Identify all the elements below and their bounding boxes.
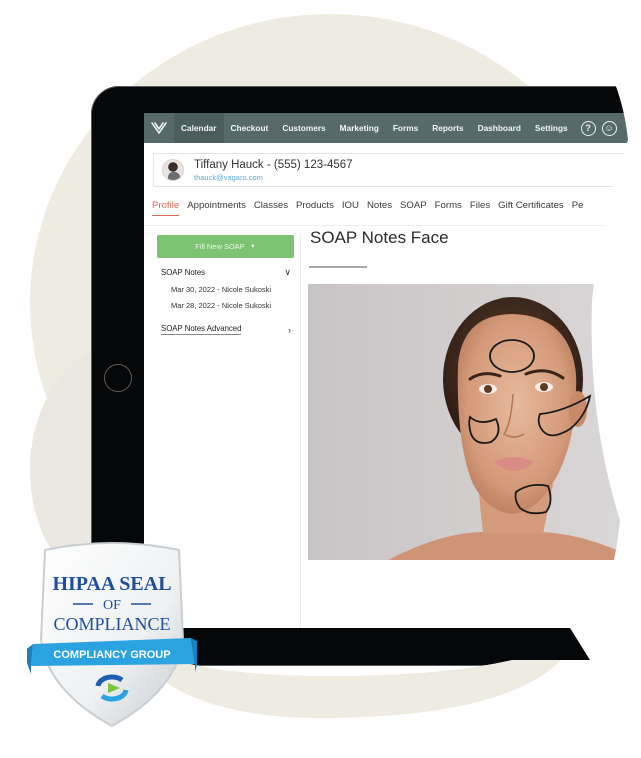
caret-down-icon: ▼ <box>249 243 256 250</box>
tablet-screen: Calendar Checkout Customers Marketing Fo… <box>144 113 641 640</box>
seal-line3: COMPLIANCE <box>53 614 170 634</box>
client-name-phone: Tiffany Hauck - (555) 123-4567 <box>194 158 353 171</box>
client-info: Tiffany Hauck - (555) 123-4567 thauck@va… <box>194 159 353 182</box>
chevron-down-icon: ∨ <box>284 267 291 277</box>
vagaro-logo-icon[interactable] <box>144 113 174 143</box>
client-tabs: Profile Appointments Classes Products IO… <box>152 200 591 216</box>
client-email-link[interactable]: thauck@vagaro.com <box>194 173 353 182</box>
profile-icon[interactable]: ☺ <box>601 120 617 136</box>
nav-checkout[interactable]: Checkout <box>224 113 276 143</box>
page-title: SOAP Notes Face <box>310 228 449 247</box>
seal-line2: OF <box>103 598 121 613</box>
help-icon[interactable]: ? <box>580 120 596 136</box>
tab-notes[interactable]: Notes <box>367 200 392 216</box>
tab-soap[interactable]: SOAP <box>400 200 427 216</box>
nav-dashboard[interactable]: Dashboard <box>471 113 528 143</box>
face-illustration <box>388 297 638 560</box>
tablet-home-button <box>104 364 132 392</box>
nav-marketing[interactable]: Marketing <box>333 113 386 143</box>
soap-notes-advanced-toggle[interactable]: SOAP Notes Advanced › <box>157 324 294 335</box>
sidebar-divider <box>300 235 301 635</box>
tab-products[interactable]: Products <box>296 200 334 216</box>
tab-appointments[interactable]: Appointments <box>187 200 246 216</box>
tabs-divider <box>144 225 641 226</box>
client-avatar[interactable] <box>162 159 184 181</box>
tab-classes[interactable]: Classes <box>254 200 288 216</box>
tab-files[interactable]: Files <box>470 200 490 216</box>
shoulders-shape <box>388 531 638 560</box>
nav-settings[interactable]: Settings <box>528 113 575 143</box>
tab-truncated[interactable]: Pe <box>572 200 584 216</box>
soap-notes-section-toggle[interactable]: SOAP Notes ∨ <box>157 267 294 278</box>
client-header-card: Tiffany Hauck - (555) 123-4567 thauck@va… <box>153 153 641 187</box>
hipaa-seal-badge: HIPAA SEAL OF COMPLIANCE COMPLIANCY GROU… <box>27 542 197 728</box>
nav-reports[interactable]: Reports <box>425 113 470 143</box>
soap-note-entry[interactable]: Mar 28, 2022 - Nicole Sukoski <box>157 301 294 310</box>
tab-profile[interactable]: Profile <box>152 200 180 216</box>
chevron-right-icon: › <box>288 324 291 335</box>
soap-sidebar: Fill New SOAP ▼ SOAP Notes ∨ Mar 30, 202… <box>157 235 294 335</box>
face-diagram-image[interactable] <box>308 284 641 560</box>
tab-gift-certificates[interactable]: Gift Certificates <box>498 200 564 216</box>
nav-forms[interactable]: Forms <box>386 113 425 143</box>
seal-ribbon-text: COMPLIANCY GROUP <box>53 649 170 661</box>
face-shape <box>457 314 577 514</box>
soap-note-entry[interactable]: Mar 30, 2022 - Nicole Sukoski <box>157 285 294 294</box>
seal-line1: HIPAA SEAL <box>52 573 171 595</box>
soap-notes-label: SOAP Notes <box>161 268 206 277</box>
title-underline <box>309 266 367 268</box>
nav-calendar[interactable]: Calendar <box>174 113 224 143</box>
fill-new-soap-button[interactable]: Fill New SOAP ▼ <box>157 235 294 258</box>
tab-forms[interactable]: Forms <box>435 200 462 216</box>
nav-customers[interactable]: Customers <box>275 113 332 143</box>
tab-iou[interactable]: IOU <box>342 200 359 216</box>
fill-new-soap-label: Fill New SOAP <box>195 242 245 251</box>
top-navbar: Calendar Checkout Customers Marketing Fo… <box>144 113 641 143</box>
soap-notes-advanced-label: SOAP Notes Advanced <box>161 324 242 335</box>
